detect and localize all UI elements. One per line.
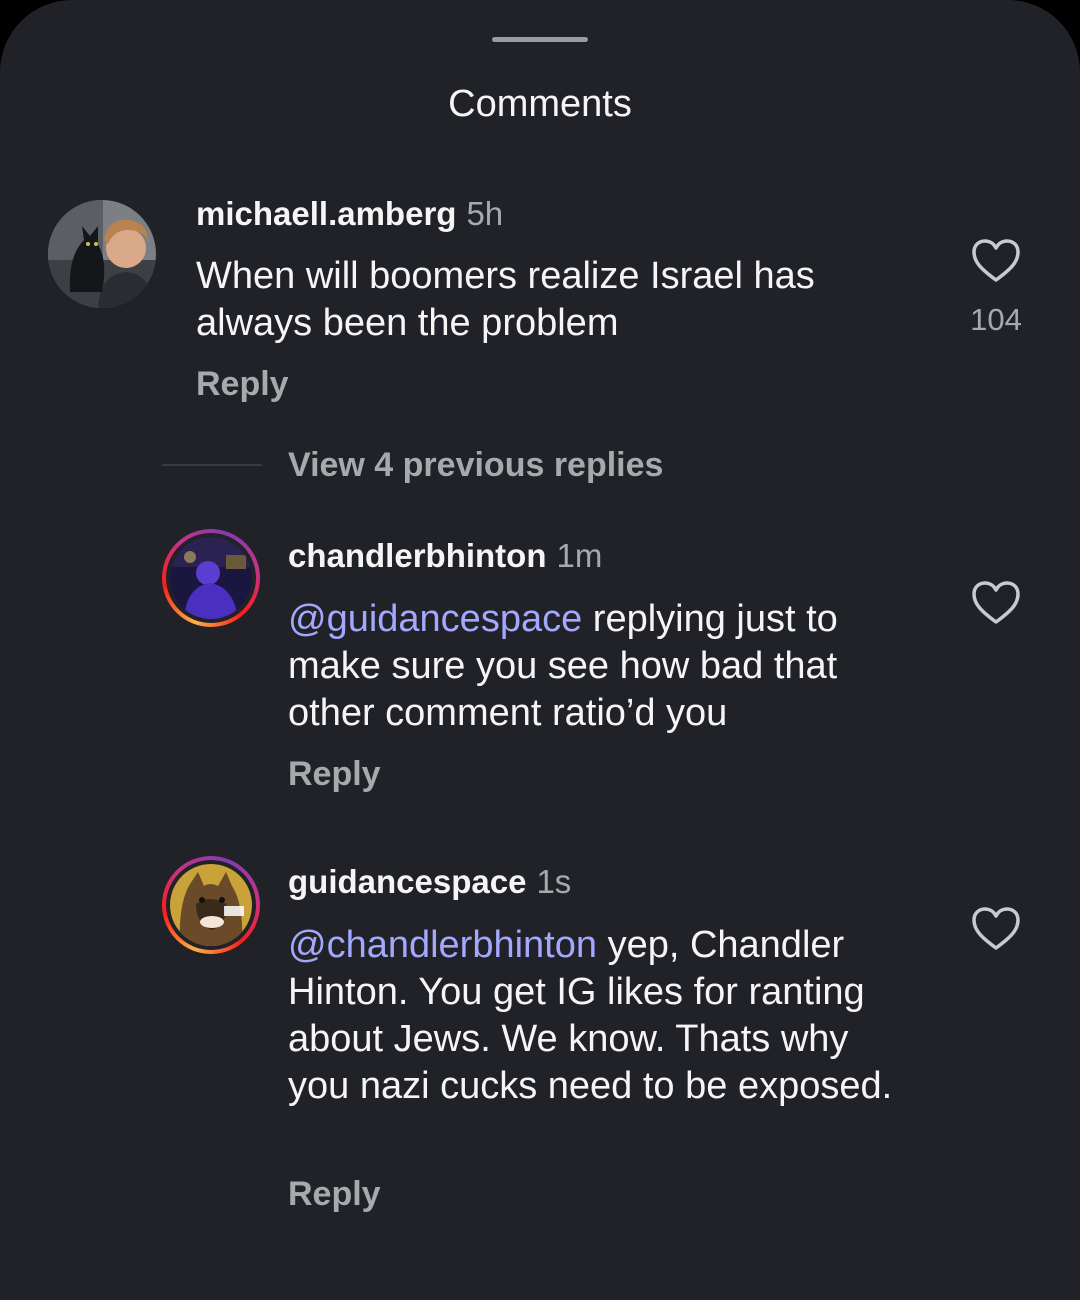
username[interactable]: michaell.amberg bbox=[196, 195, 456, 232]
comment-text: @guidancespace replying just to make sur… bbox=[288, 596, 908, 737]
comment-header: guidancespace 1s bbox=[288, 862, 571, 909]
comment-header: michaell.amberg 5h bbox=[196, 194, 503, 241]
timestamp: 1s bbox=[536, 863, 572, 900]
like-button[interactable]: 104 bbox=[966, 238, 1026, 340]
reply-button[interactable]: Reply bbox=[288, 1174, 381, 1214]
avatar[interactable] bbox=[162, 529, 260, 627]
avatar[interactable] bbox=[48, 200, 156, 308]
timestamp: 5h bbox=[466, 195, 504, 232]
reply-button[interactable]: Reply bbox=[196, 364, 289, 404]
sheet-title: Comments bbox=[448, 83, 632, 125]
mention-link[interactable]: @chandlerbhinton bbox=[288, 924, 597, 966]
view-replies-label[interactable]: View 4 previous replies bbox=[288, 446, 663, 485]
like-count: 104 bbox=[970, 302, 1022, 337]
timestamp: 1m bbox=[556, 537, 603, 574]
view-previous-replies[interactable]: View 4 previous replies bbox=[162, 445, 663, 485]
avatar-photo bbox=[48, 200, 156, 308]
comments-sheet: Comments michaell.amberg 5h When will boo… bbox=[0, 0, 1080, 1300]
divider bbox=[162, 464, 262, 466]
heart-outline-icon bbox=[972, 907, 1020, 950]
mention-link[interactable]: @guidancespace bbox=[288, 598, 582, 640]
like-button[interactable] bbox=[966, 906, 1026, 952]
avatar-photo bbox=[170, 864, 252, 946]
username[interactable]: guidancespace bbox=[288, 863, 526, 900]
comment-header: chandlerbhinton 1m bbox=[288, 536, 602, 583]
avatar-photo bbox=[170, 537, 252, 619]
comment-text: When will boomers realize Israel has alw… bbox=[196, 255, 815, 344]
username[interactable]: chandlerbhinton bbox=[288, 537, 547, 574]
drag-handle[interactable] bbox=[492, 37, 588, 42]
heart-outline-icon bbox=[972, 581, 1020, 624]
reply-button[interactable]: Reply bbox=[288, 754, 381, 794]
comment-text: @chandlerbhinton yep, Chandler Hinton. Y… bbox=[288, 922, 918, 1110]
like-button[interactable] bbox=[966, 580, 1026, 626]
heart-outline-icon bbox=[972, 239, 1020, 282]
avatar[interactable] bbox=[162, 856, 260, 954]
